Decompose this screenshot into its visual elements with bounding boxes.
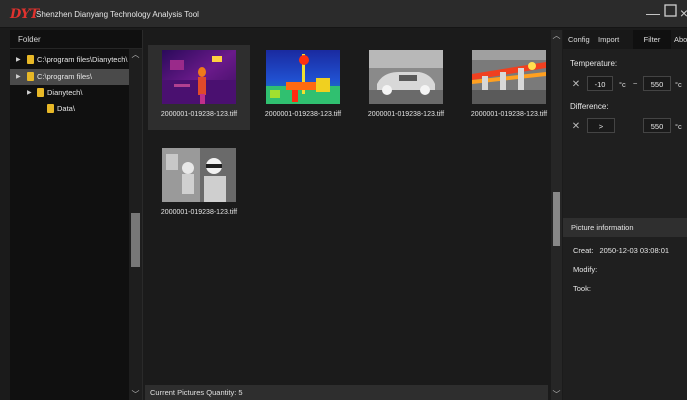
difference-label: Difference: [570,102,609,111]
folder-scrollbar[interactable]: ︿ ﹀ [129,49,142,400]
minimize-button[interactable]: — [645,5,661,21]
thumbnail-filename: 2000001-019238-123.tiff [160,111,238,118]
tree-item-label: C:\program files\ [37,72,93,81]
scroll-down-icon[interactable]: ﹀ [551,389,562,400]
thumbnail-item[interactable]: 2000001-019238-123.tiff [252,45,354,130]
temperature-label: Temperature: [570,59,618,68]
thumbnail-scrollbar[interactable]: ︿ ﹀ [551,30,562,400]
modify-row: Modify: [573,265,597,274]
folder-scroll-thumb[interactable] [131,213,140,267]
difference-value-input[interactable]: 550 [643,118,671,133]
took-label: Took: [573,284,591,293]
took-row: Took: [573,284,591,293]
thumbnail-item[interactable]: 2000001-019238-123.tiff [458,45,560,130]
folder-icon [27,55,34,64]
folder-icon [37,88,44,97]
scroll-down-icon[interactable]: ﹀ [129,389,142,400]
thumbnail-item[interactable]: 2000001-019238-123.tiff [355,45,457,130]
expand-arrow-icon[interactable]: ▶ [27,89,32,96]
tab-import[interactable]: Import [598,30,619,49]
thumbnail-item[interactable]: 2000001-019238-123.tiff [148,45,250,130]
temperature-min-input[interactable]: -10 [587,76,613,91]
thermal-image-thumbnail[interactable] [162,50,236,104]
tab-bar: Config Import Filter Abo [563,30,687,49]
tree-item-label: C:\program files\Dianytech\ [37,55,128,64]
thermal-image-thumbnail[interactable] [369,50,443,104]
difference-operator-select[interactable]: > [587,118,615,133]
temperature-filter-toggle[interactable]: ✕ [571,80,581,90]
created-row: Creat: 2050-12-03 03:08:01 [573,246,669,255]
status-bar: Current Pictures Quantity: 5 [145,385,548,400]
thermal-image-thumbnail[interactable] [162,148,236,202]
title-bar: DYT Shenzhen Dianyang Technology Analysi… [0,0,687,28]
close-button[interactable]: × [676,5,687,21]
difference-filter-toggle[interactable]: ✕ [571,122,581,132]
thumbnail-scroll-thumb[interactable] [553,192,560,246]
tree-item-label: Data\ [57,104,75,113]
created-value: 2050-12-03 03:08:01 [599,246,670,255]
tree-item-data[interactable]: Data\ [10,101,129,117]
scroll-up-icon[interactable]: ︿ [129,49,142,60]
expand-arrow-icon[interactable]: ▶ [16,56,21,63]
picture-information-header: Picture information [563,218,687,237]
thumbnail-grid: 2000001-019238-123.tiff 2000001-019238-1 [145,30,548,385]
thermal-image-thumbnail[interactable] [472,50,546,104]
window-title: Shenzhen Dianyang Technology Analysis To… [36,10,199,19]
tree-item-program-files[interactable]: ▶ C:\program files\ [10,69,129,85]
temperature-range-separator: ~ [633,79,638,88]
expand-arrow-icon[interactable]: ▶ [16,73,21,80]
tab-config[interactable]: Config [568,30,590,49]
tab-filter[interactable]: Filter [633,30,671,49]
folder-icon [47,104,54,113]
temperature-min-unit: °c [619,80,626,89]
picture-count-text: Current Pictures Quantity: 5 [150,388,243,397]
thumbnail-item[interactable]: 2000001-019238-123.tiff [148,143,250,228]
folder-icon [27,72,34,81]
thermal-image-thumbnail[interactable] [266,50,340,104]
thumbnail-filename: 2000001-019238-123.tiff [470,111,548,118]
thumbnail-filename: 2000001-019238-123.tiff [160,209,238,216]
folder-panel: Folder ▶ C:\program files\Dianytech\ ▶ C… [10,30,143,400]
modify-label: Modify: [573,265,598,274]
folder-panel-title: Folder [10,30,142,49]
tree-item-label: Dianytech\ [47,88,83,97]
tree-item-dianytech[interactable]: ▶ Dianytech\ [10,85,129,101]
thumbnail-filename: 2000001-019238-123.tiff [264,111,342,118]
app-logo: DYT [10,7,39,22]
difference-unit: °c [675,122,682,131]
temperature-max-input[interactable]: 550 [643,76,671,91]
temperature-max-unit: °c [675,80,682,89]
tab-about[interactable]: Abo [674,30,687,49]
created-label: Creat: [573,246,594,255]
thumbnail-filename: 2000001-019238-123.tiff [367,111,445,118]
scroll-up-icon[interactable]: ︿ [551,30,562,41]
maximize-icon [663,4,677,17]
properties-panel: Config Import Filter Abo Temperature: ✕ … [563,30,687,400]
tree-item-program-files-dianytech[interactable]: ▶ C:\program files\Dianytech\ [10,52,129,68]
